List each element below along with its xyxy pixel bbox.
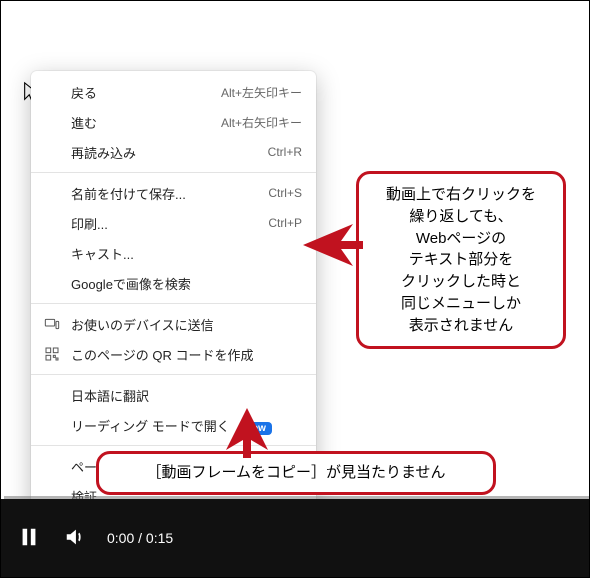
callout-line: 動画上で右クリックを xyxy=(369,184,553,206)
annotation-callout-right: 動画上で右クリックを 繰り返しても、 Webページの テキスト部分を クリックし… xyxy=(356,171,566,349)
pause-icon xyxy=(18,526,40,551)
cm-reading-mode[interactable]: リーディング モードで開く New xyxy=(31,410,316,440)
cm-shortcut: Alt+右矢印キー xyxy=(221,114,302,131)
cm-reload[interactable]: 再読み込み Ctrl+R xyxy=(31,137,316,167)
cm-separator xyxy=(31,374,316,375)
annotation-callout-bottom: ［動画フレームをコピー］が見当たりません xyxy=(96,451,496,495)
cm-label: Googleで画像を検索 xyxy=(71,274,302,293)
cm-separator xyxy=(31,172,316,173)
cm-shortcut: Ctrl+S xyxy=(268,186,302,200)
cm-separator xyxy=(31,303,316,304)
cm-label: 再読み込み xyxy=(71,143,268,162)
cm-label-text: リーディング モードで開く xyxy=(71,419,230,434)
cm-cast[interactable]: キャスト... xyxy=(31,238,316,268)
cm-label: このページの QR コードを作成 xyxy=(71,345,302,364)
cm-create-qr[interactable]: このページの QR コードを作成 xyxy=(31,339,316,369)
cm-label: キャスト... xyxy=(71,244,302,263)
cm-back[interactable]: 戻る Alt+左矢印キー xyxy=(31,77,316,107)
cm-label: 印刷... xyxy=(71,214,268,233)
cm-search-image[interactable]: Googleで画像を検索 xyxy=(31,268,316,298)
cm-send-to-device[interactable]: お使いのデバイスに送信 xyxy=(31,309,316,339)
volume-button[interactable] xyxy=(61,524,89,552)
video-controls: 0:00 / 0:15 xyxy=(1,499,589,577)
volume-icon xyxy=(64,526,86,551)
cm-translate[interactable]: 日本語に翻訳 xyxy=(31,380,316,410)
cm-save-as[interactable]: 名前を付けて保存... Ctrl+S xyxy=(31,178,316,208)
qr-icon xyxy=(43,345,61,363)
callout-line: テキスト部分を xyxy=(369,249,553,271)
cm-label: 戻る xyxy=(71,83,221,102)
cm-shortcut: Ctrl+R xyxy=(268,145,302,159)
cm-shortcut: Ctrl+P xyxy=(268,216,302,230)
screenshot-stage: 戻る Alt+左矢印キー 進む Alt+右矢印キー 再読み込み Ctrl+R 名… xyxy=(0,0,590,578)
cm-label: お使いのデバイスに送信 xyxy=(71,315,302,334)
cm-label: 日本語に翻訳 xyxy=(71,386,302,405)
cm-label: 名前を付けて保存... xyxy=(71,184,268,203)
cm-forward[interactable]: 進む Alt+右矢印キー xyxy=(31,107,316,137)
cm-print[interactable]: 印刷... Ctrl+P xyxy=(31,208,316,238)
callout-line: Webページの xyxy=(369,228,553,250)
pause-button[interactable] xyxy=(15,524,43,552)
cm-separator xyxy=(31,445,316,446)
devices-icon xyxy=(43,315,61,333)
time-display: 0:00 / 0:15 xyxy=(107,530,173,546)
pointer-arrow-icon xyxy=(303,224,363,266)
callout-line: 表示されません xyxy=(369,315,553,337)
cm-label: 進む xyxy=(71,113,221,132)
callout-line: 同じメニューしか xyxy=(369,293,553,315)
cm-shortcut: Alt+左矢印キー xyxy=(221,84,302,101)
callout-line: クリックした時と xyxy=(369,271,553,293)
callout-line: 繰り返しても、 xyxy=(369,206,553,228)
callout-text: ［動画フレームをコピー］が見当たりません xyxy=(146,464,445,481)
pointer-arrow-icon xyxy=(226,408,268,458)
